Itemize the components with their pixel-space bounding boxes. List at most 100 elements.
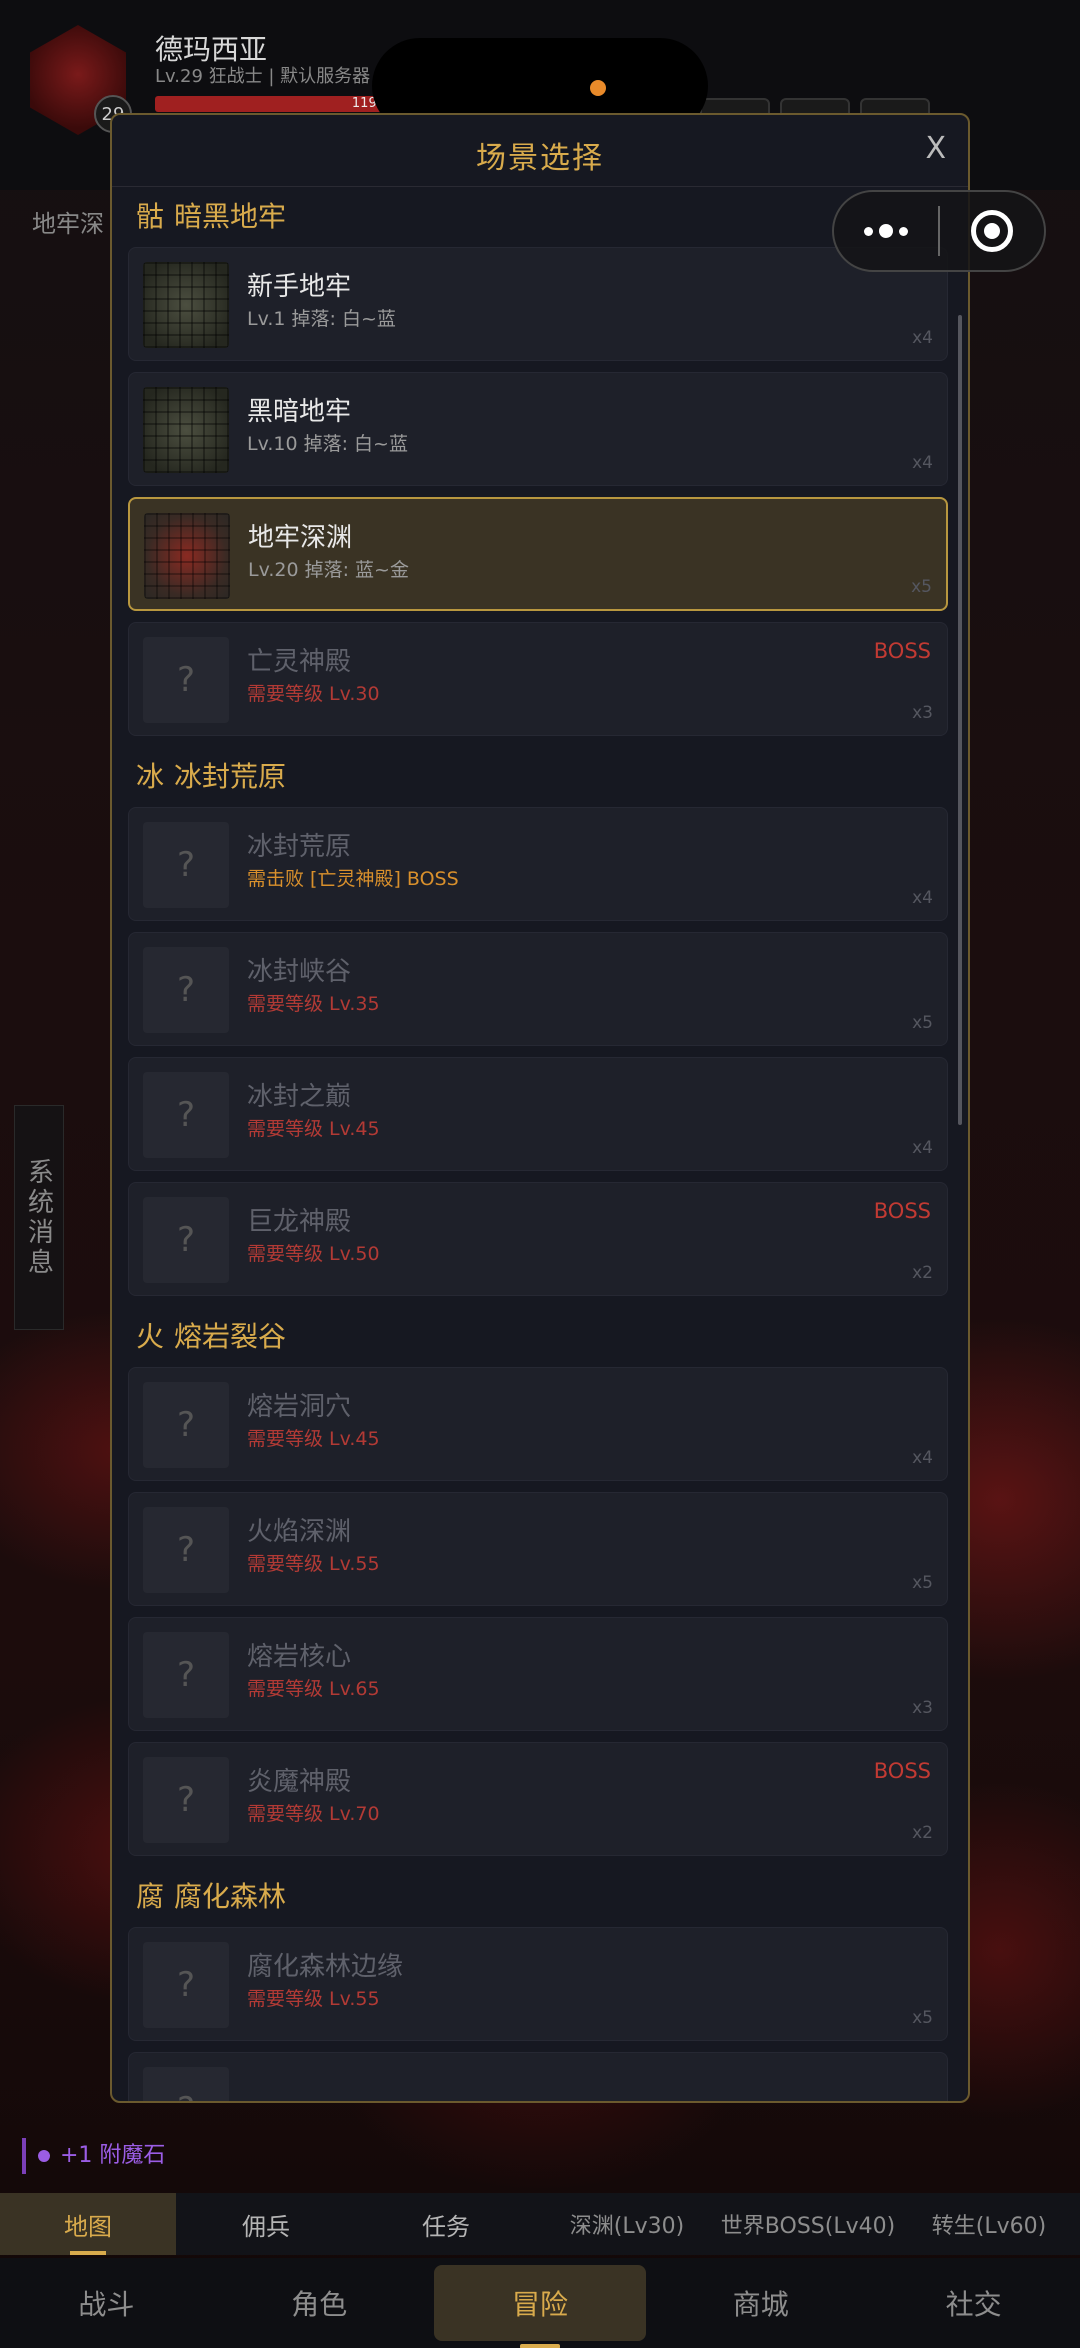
scene-name: 熔岩洞穴 [247,1392,352,1422]
scene-card[interactable]: 新手地牢 Lv.1 掉落: 白~蓝 x4 [128,247,948,361]
section-title: 腐腐化森林 [128,1867,948,1923]
scene-card[interactable]: 地牢深渊 Lv.20 掉落: 蓝~金 x5 [128,497,948,611]
main-tab[interactable]: 冒险 [433,2265,647,2348]
locked-scene-thumbnail: ? [143,2067,229,2101]
locked-scene-thumbnail: ? [143,1197,229,1283]
loot-toast: +1 附魔石 [22,2138,165,2174]
subtab[interactable]: 任务 [356,2193,536,2255]
section-title: 冰冰封荒原 [128,747,948,803]
wave-count: x5 [912,2008,933,2028]
scene-thumbnail [143,387,229,473]
exit-miniprogram-icon[interactable] [940,192,1044,270]
scene-info: Lv.20 掉落: 蓝~金 [248,559,409,581]
scene-select-modal: 场景选择 X 骷暗黑地牢新手地牢 Lv.1 掉落: 白~蓝 x4 黑暗地牢 Lv.10 … [110,113,970,2103]
wave-count: x2 [912,1263,933,1283]
section-icon: 骷 [136,200,165,233]
scene-name: 火焰深渊 [247,1517,352,1547]
subtab[interactable]: 地图 [0,2193,176,2255]
more-options-icon[interactable] [834,192,938,270]
wave-count: x3 [912,1698,933,1718]
wave-count: x2 [912,1823,933,1843]
scene-card[interactable]: ? 冰封之巅需要等级 Lv.45 x4 [128,1057,948,1171]
scene-name: 新手地牢 [247,272,352,302]
subtab[interactable]: 转生(Lv60) [898,2193,1080,2255]
wave-count: x4 [912,328,933,348]
current-scene-label: 地牢深 [32,210,104,238]
player-subtitle: Lv.29 狂战士 | 默认服务器 [155,66,371,87]
scene-info: Lv.10 掉落: 白~蓝 [247,433,408,455]
scene-requirement: 需要等级 Lv.45 [247,1428,380,1450]
main-tab[interactable]: 角色 [213,2265,426,2341]
scene-name: 冰封之巅 [247,1082,352,1112]
locked-scene-thumbnail: ? [143,637,229,723]
scene-card[interactable]: ? 冰封荒原 需击败 [亡灵神殿] BOSS x4 [128,807,948,921]
locked-scene-thumbnail: ? [143,1382,229,1468]
scene-name: 黑暗地牢 [247,397,352,427]
scene-requirement: 需要等级 Lv.35 [247,993,380,1015]
scene-thumbnail [143,262,229,348]
scene-card[interactable]: ? 亡灵神殿 需要等级 Lv.30 BOSS x3 [128,622,948,736]
scene-card[interactable]: ? 熔岩洞穴需要等级 Lv.45 x4 [128,1367,948,1481]
scene-name: 地牢深渊 [248,523,353,553]
section-icon: 冰 [136,760,165,793]
main-tab[interactable]: 社交 [867,2265,1080,2341]
main-tab[interactable]: 商城 [654,2265,867,2341]
wave-count: x5 [912,1573,933,1593]
scene-card[interactable]: ? 腐化森林边缘需要等级 Lv.55 x5 [128,1927,948,2041]
scene-card[interactable]: 黑暗地牢 Lv.10 掉落: 白~蓝 x4 [128,372,948,486]
locked-scene-thumbnail: ? [143,1942,229,2028]
boss-tag: BOSS [873,639,931,663]
loot-toast-text: +1 附魔石 [60,2143,166,2168]
scene-name: 熔岩核心 [247,1642,352,1672]
main-tab[interactable]: 战斗 [0,2265,213,2341]
scene-card[interactable]: ? [128,2052,948,2101]
scene-name: 炎魔神殿 [247,1767,352,1797]
close-button[interactable]: X [925,131,946,166]
locked-scene-thumbnail: ? [143,1072,229,1158]
scene-requirement: 需要等级 Lv.55 [247,1988,380,2010]
locked-scene-thumbnail: ? [143,1507,229,1593]
adventure-subtabs: 地图 佣兵 任务 深渊(Lv30) 世界BOSS(Lv40) 转生(Lv60) [0,2193,1080,2255]
scene-requirement: 需要等级 Lv.70 [247,1803,380,1825]
scene-card[interactable]: ? 炎魔神殿 需要等级 Lv.70 BOSS x2 [128,1742,948,1856]
subtab[interactable]: 深渊(Lv30) [536,2193,718,2255]
scrollbar[interactable] [958,315,962,1125]
scene-card[interactable]: ? 冰封峡谷 需要等级 Lv.35 x5 [128,932,948,1046]
scene-requirement: 需要等级 Lv.50 [247,1243,380,1265]
scene-requirement: 需要等级 Lv.65 [247,1678,380,1700]
wave-count: x4 [912,1138,933,1158]
wave-count: x4 [912,453,933,473]
wave-count: x4 [912,1448,933,1468]
scene-card[interactable]: ? 巨龙神殿 需要等级 Lv.50 BOSS x2 [128,1182,948,1296]
scene-name: 冰封荒原 [247,832,352,862]
main-tab-bar: 战斗 角色 冒险 商城 社交 [0,2258,1080,2348]
modal-title: 场景选择 [476,141,604,176]
scene-list[interactable]: 骷暗黑地牢新手地牢 Lv.1 掉落: 白~蓝 x4 黑暗地牢 Lv.10 掉落: 白~蓝… [128,187,948,2101]
subtab[interactable]: 佣兵 [176,2193,356,2255]
section-title-text: 冰封荒原 [174,760,287,793]
hp-bar: 1191 [155,96,395,112]
camera-indicator-dot [590,80,606,96]
scene-requirement: 需击败 [亡灵神殿] BOSS [247,868,459,890]
boss-tag: BOSS [873,1759,931,1783]
locked-scene-thumbnail: ? [143,947,229,1033]
scene-info: Lv.1 掉落: 白~蓝 [247,308,396,330]
scene-name: 巨龙神殿 [247,1207,352,1237]
locked-scene-thumbnail: ? [143,1632,229,1718]
loot-dot-icon [38,2150,50,2162]
section-title-text: 暗黑地牢 [174,200,287,233]
wave-count: x4 [912,888,933,908]
wave-count: x3 [912,703,933,723]
section-title-text: 腐化森林 [174,1880,287,1913]
system-message-tab[interactable]: 系统消息 [14,1105,64,1330]
section-icon: 火 [136,1320,165,1353]
subtab[interactable]: 世界BOSS(Lv40) [718,2193,898,2255]
scene-card[interactable]: ? 熔岩核心需要等级 Lv.65 x3 [128,1617,948,1731]
wave-count: x5 [912,1013,933,1033]
scene-name: 腐化森林边缘 [247,1952,404,1982]
section-title: 骷暗黑地牢 [128,187,948,243]
scene-thumbnail [144,513,230,599]
scene-requirement: 需要等级 Lv.55 [247,1553,380,1575]
scene-card[interactable]: ? 火焰深渊需要等级 Lv.55 x5 [128,1492,948,1606]
scene-requirement: 需要等级 Lv.45 [247,1118,380,1140]
